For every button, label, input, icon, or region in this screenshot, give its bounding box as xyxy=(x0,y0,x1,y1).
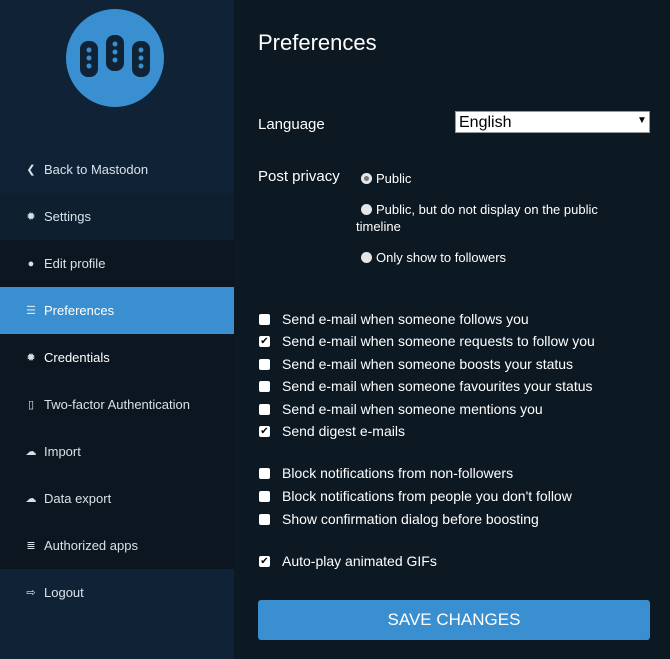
sidebar-item-label: Logout xyxy=(44,585,84,600)
mastodon-logo xyxy=(66,9,164,107)
sidebar-item-label: Settings xyxy=(44,209,91,224)
checkbox-label: Block notifications from non-followers xyxy=(282,465,514,481)
gear-icon: ✹ xyxy=(26,352,36,364)
checkbox[interactable]: ✔ xyxy=(259,555,270,567)
sidebar-item-label: Credentials xyxy=(44,350,110,365)
sidebar-item-label: Import xyxy=(44,444,81,459)
user-icon: ● xyxy=(27,257,35,270)
radio-button[interactable] xyxy=(361,252,372,263)
radio-unlisted[interactable]: Public, but do not display on the public… xyxy=(356,201,636,235)
sidebar: ❮ Back to Mastodon ✹ Settings ● Edit profil… xyxy=(0,0,234,659)
checkbox-row[interactable]: Send e-mail when someone favourites your… xyxy=(259,378,593,394)
checkbox-label: Send e-mail when someone mentions you xyxy=(282,401,543,417)
sidebar-item-label: Edit profile xyxy=(44,256,106,271)
sidebar-item-label: Back to Mastodon xyxy=(44,162,149,177)
checkbox-label: Block notifications from people you don'… xyxy=(282,488,572,504)
checkbox[interactable] xyxy=(259,380,270,392)
radio-private[interactable]: Only show to followers xyxy=(361,249,506,266)
checkbox[interactable]: ✔ xyxy=(259,425,270,437)
sidebar-item-authorized-apps[interactable]: ≣ Authorized apps xyxy=(0,522,234,569)
checkbox-row[interactable]: ✔ Auto-play animated GIFs xyxy=(259,553,437,569)
sign-out-icon: ⇨ xyxy=(26,587,36,599)
checkbox-label: Show confirmation dialog before boosting xyxy=(282,511,539,527)
sidebar-item-label: Authorized apps xyxy=(44,538,138,553)
sidebar-item-logout[interactable]: ⇨ Logout xyxy=(0,569,234,616)
gear-icon: ✹ xyxy=(26,211,36,223)
sidebar-item-edit-profile[interactable]: ● Edit profile xyxy=(0,240,234,287)
sidebar-item-settings[interactable]: ✹ Settings xyxy=(0,193,234,240)
checkbox[interactable] xyxy=(259,490,270,502)
cloud-download-icon: ☁ xyxy=(25,493,37,505)
sidebar-item-back[interactable]: ❮ Back to Mastodon xyxy=(0,146,234,193)
main-content: Preferences Language English ▼ Post priv… xyxy=(234,0,670,659)
radio-public[interactable]: Public xyxy=(361,170,411,187)
radio-button[interactable] xyxy=(361,204,372,215)
sidebar-item-import[interactable]: ☁ Import xyxy=(0,428,234,475)
cloud-upload-icon: ☁ xyxy=(25,446,37,458)
mobile-icon: ▯ xyxy=(27,399,35,411)
checkbox-row[interactable]: Send e-mail when someone boosts your sta… xyxy=(259,356,573,372)
checkbox[interactable] xyxy=(259,403,270,415)
checkbox-label: Auto-play animated GIFs xyxy=(282,553,437,569)
chevron-left-icon: ❮ xyxy=(26,164,36,176)
checkbox-label: Send e-mail when someone follows you xyxy=(282,311,529,327)
radio-button[interactable] xyxy=(361,173,372,184)
checkbox-row[interactable]: Send e-mail when someone mentions you xyxy=(259,401,543,417)
checkbox-row[interactable]: ✔ Send digest e-mails xyxy=(259,423,405,439)
checkbox-row[interactable]: Show confirmation dialog before boosting xyxy=(259,511,539,527)
checkbox-row[interactable]: Send e-mail when someone follows you xyxy=(259,311,529,327)
sidebar-item-data-export[interactable]: ☁ Data export xyxy=(0,475,234,522)
checkbox[interactable] xyxy=(259,313,270,325)
checkbox-label: Send e-mail when someone favourites your… xyxy=(282,378,593,394)
checkbox[interactable] xyxy=(259,513,270,525)
list-icon: ≣ xyxy=(26,540,36,552)
checkbox-label: Send e-mail when someone requests to fol… xyxy=(282,333,595,349)
language-label: Language xyxy=(258,116,325,133)
page-title: Preferences xyxy=(258,30,377,55)
post-privacy-label: Post privacy xyxy=(258,168,340,185)
save-changes-button[interactable]: SAVE CHANGES xyxy=(258,600,650,640)
sidebar-item-two-factor[interactable]: ▯ Two-factor Authentication xyxy=(0,381,234,428)
checkbox[interactable] xyxy=(259,358,270,370)
sliders-icon: ☰ xyxy=(26,305,36,317)
checkbox-row[interactable]: ✔ Send e-mail when someone requests to fo… xyxy=(259,333,595,349)
checkbox[interactable]: ✔ xyxy=(259,335,270,347)
sidebar-item-label: Two-factor Authentication xyxy=(44,397,190,412)
checkbox[interactable] xyxy=(259,467,270,479)
checkbox-row[interactable]: Block notifications from people you don'… xyxy=(259,488,572,504)
sidebar-item-label: Preferences xyxy=(44,303,115,318)
language-select[interactable]: English xyxy=(455,111,650,133)
sidebar-item-credentials[interactable]: ✹ Credentials xyxy=(0,334,234,381)
checkbox-row[interactable]: Block notifications from non-followers xyxy=(259,465,513,481)
sidebar-item-preferences[interactable]: ☰ Preferences xyxy=(0,287,234,334)
sidebar-item-label: Data export xyxy=(44,491,112,506)
checkbox-label: Send e-mail when someone boosts your sta… xyxy=(282,356,574,372)
checkbox-label: Send digest e-mails xyxy=(282,423,405,439)
